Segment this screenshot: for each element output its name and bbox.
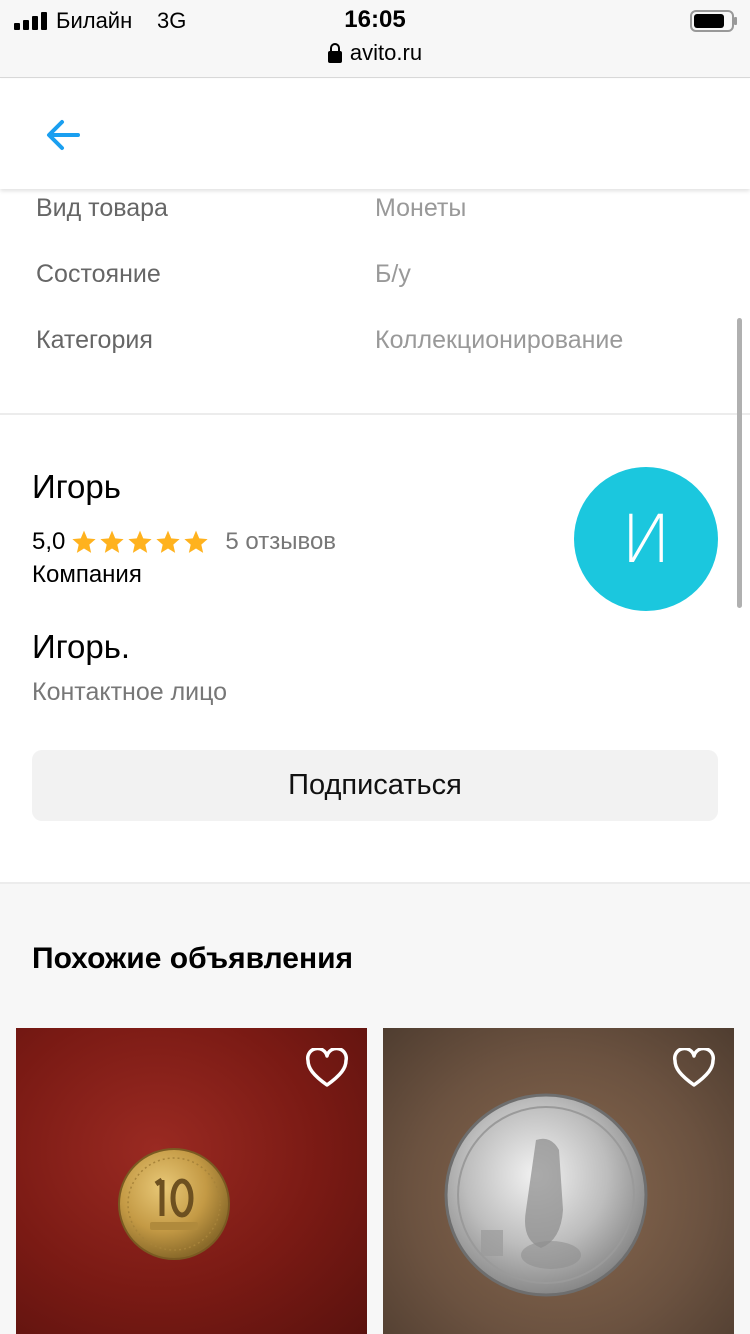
param-row: Состояние Б/у bbox=[0, 260, 750, 310]
star-icon bbox=[156, 530, 180, 553]
seller-type: Компания bbox=[32, 561, 142, 588]
reviews-count: 5 отзывов bbox=[225, 528, 337, 555]
favorite-heart-icon[interactable] bbox=[305, 1048, 349, 1088]
subscribe-button[interactable]: Подписаться bbox=[32, 750, 718, 821]
star-icon bbox=[72, 530, 96, 553]
scrollbar[interactable] bbox=[737, 318, 742, 608]
similar-title: Похожие объявления bbox=[32, 942, 354, 975]
param-value: Монеты bbox=[375, 194, 467, 222]
status-bar: Билайн 3G 16:05 avito.ru bbox=[0, 0, 750, 78]
coin-10-kopeks-image bbox=[118, 1148, 230, 1260]
avatar[interactable]: И bbox=[574, 467, 718, 611]
back-arrow-icon[interactable] bbox=[40, 111, 88, 159]
url-bar[interactable]: avito.ru bbox=[0, 40, 750, 66]
battery-icon bbox=[690, 10, 737, 32]
rating-value: 5,0 bbox=[32, 528, 66, 555]
star-icon bbox=[128, 530, 152, 553]
similar-card[interactable] bbox=[16, 1028, 367, 1334]
rating-stars bbox=[71, 529, 209, 555]
divider bbox=[0, 413, 750, 415]
avatar-letter: И bbox=[621, 500, 671, 578]
star-icon bbox=[100, 530, 124, 553]
star-icon bbox=[184, 530, 208, 553]
url-text: avito.ru bbox=[349, 40, 423, 65]
similar-card[interactable] bbox=[383, 1028, 734, 1334]
lock-icon bbox=[327, 43, 342, 63]
seller-name[interactable]: Игорь bbox=[32, 468, 121, 506]
contact-name: Игорь. bbox=[32, 628, 131, 665]
param-value: Б/у bbox=[375, 260, 411, 288]
top-nav bbox=[0, 79, 750, 189]
clock: 16:05 bbox=[344, 6, 406, 33]
contact-role: Контактное лицо bbox=[32, 678, 228, 706]
page: Билайн 3G 16:05 avito.ru Вид товара Моне… bbox=[0, 0, 750, 1334]
param-label: Категория bbox=[36, 326, 153, 354]
param-row: Категория Коллекционирование bbox=[0, 326, 750, 376]
param-row: Вид товара Монеты bbox=[0, 194, 750, 244]
coin-krokodil-gena-image bbox=[444, 1093, 648, 1297]
param-label: Вид товара bbox=[36, 194, 168, 222]
param-value: Коллекционирование bbox=[375, 326, 624, 354]
param-label: Состояние bbox=[36, 260, 161, 288]
seller-rating[interactable]: 5,0 5 отзывов bbox=[32, 526, 336, 558]
favorite-heart-icon[interactable] bbox=[672, 1048, 716, 1088]
